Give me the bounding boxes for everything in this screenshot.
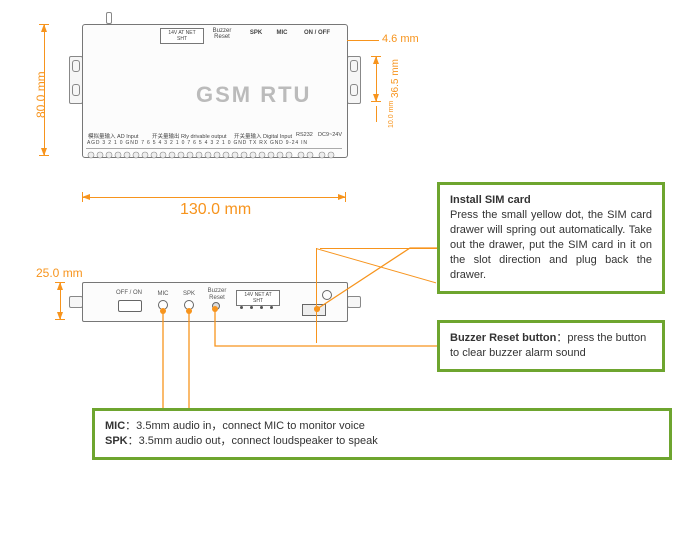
onoff-label-top: ON / OFF bbox=[298, 30, 336, 36]
front-led-block: 14V NET AT SHT bbox=[236, 290, 280, 306]
callout-buzzer-title: Buzzer Reset button bbox=[450, 332, 556, 344]
callout-mic-title: MIC bbox=[105, 420, 125, 432]
dim-width: 130.0 mm bbox=[180, 201, 251, 219]
callout-spk-body: ：3.5mm audio out，connect loudspeaker to … bbox=[128, 435, 378, 447]
callout-sim: Install SIM card Press the small yellow … bbox=[437, 182, 665, 294]
mic-label-top: MIC bbox=[272, 30, 292, 36]
dim-front-h: 25.0 mm bbox=[36, 266, 83, 280]
buzzer-reset-button[interactable] bbox=[212, 302, 220, 310]
rs232-title: RS232 bbox=[296, 132, 313, 138]
power-title: DC9~24V bbox=[318, 132, 342, 138]
power-led-block: 14V AT NET SHT bbox=[160, 28, 204, 44]
spk-jack[interactable] bbox=[184, 300, 194, 310]
front-onoff-label: OFF / ON bbox=[112, 290, 146, 296]
onoff-switch[interactable] bbox=[118, 300, 142, 312]
front-spk-label: SPK bbox=[179, 291, 199, 297]
front-mic-label: MIC bbox=[153, 291, 173, 297]
relay-output-title: 开关量输出 Rly drivable output bbox=[152, 132, 227, 140]
dim-bracket-h: 36.5 mm bbox=[390, 59, 401, 98]
dim-bracket-clear: 4.6 mm bbox=[382, 33, 419, 45]
front-buzzer-label: Buzzer Reset bbox=[204, 288, 230, 302]
callout-sim-body: Press the small yellow dot, the SIM card… bbox=[450, 208, 652, 283]
callout-buzzer: Buzzer Reset button：press the button to … bbox=[437, 320, 665, 372]
dim-height: 80.0 mm bbox=[34, 71, 48, 118]
sim-eject-hole[interactable] bbox=[322, 290, 332, 300]
callout-sim-title: Install SIM card bbox=[450, 194, 531, 206]
spk-label-top: SPK bbox=[246, 30, 266, 36]
callout-audio: MIC：3.5mm audio in，connect MIC to monito… bbox=[92, 408, 672, 460]
callout-mic-body: ：3.5mm audio in，connect MIC to monitor v… bbox=[125, 420, 365, 432]
dim-bracket-small: 10.0 mm bbox=[388, 101, 395, 128]
digital-input-title: 开关量输入 Digital Input bbox=[234, 132, 292, 140]
mic-jack[interactable] bbox=[158, 300, 168, 310]
callout-spk-title: SPK bbox=[105, 435, 128, 447]
terminal-labels: AGD 3 2 1 0 GND 7 6 5 4 3 2 1 0 7 6 5 4 … bbox=[87, 140, 308, 146]
buzzer-reset-label: Buzzer Reset bbox=[208, 28, 236, 40]
device-logo: GSM RTU bbox=[196, 82, 311, 108]
ad-input-title: 模拟量输入 AD Input bbox=[88, 132, 138, 140]
